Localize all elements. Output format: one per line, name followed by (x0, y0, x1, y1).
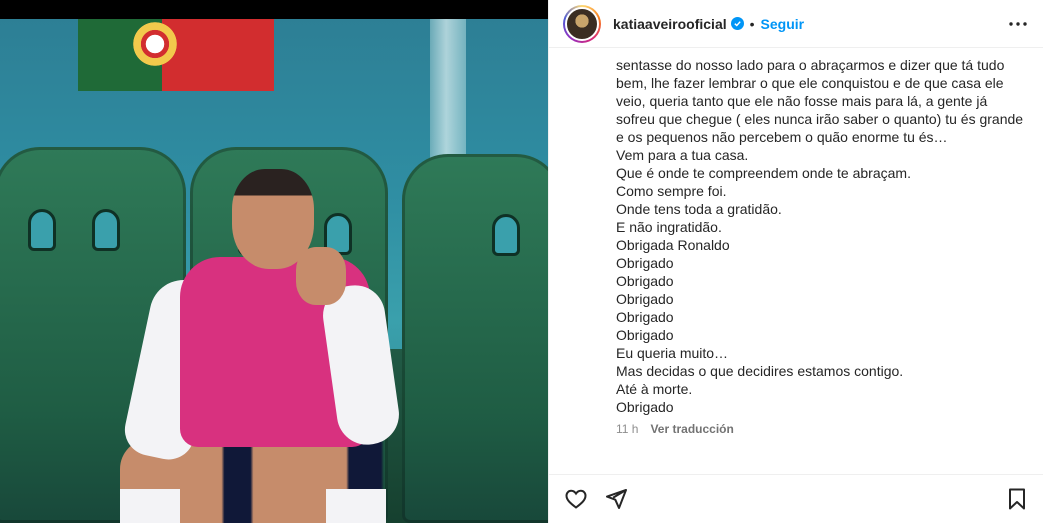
caption-line: Até à morte. (616, 381, 693, 397)
action-bar (549, 474, 1043, 523)
post-media[interactable] (0, 0, 548, 523)
avatar[interactable] (565, 6, 599, 41)
caption-line: E não ingratidão. (616, 219, 722, 235)
caption-line: Onde tens toda a gratidão. (616, 201, 782, 217)
verified-badge-icon (730, 17, 744, 30)
caption-line: Obrigado (616, 273, 674, 289)
player-sock-left (120, 489, 180, 523)
seat-hole (92, 209, 120, 251)
caption-line: Que é onde te compreendem onde te abraça… (616, 165, 911, 181)
caption-line: Como sempre foi. (616, 183, 727, 199)
caption-lines: Vem para a tua casa. Que é onde te compre… (616, 146, 1026, 416)
post-timestamp[interactable]: 11 h (616, 422, 638, 436)
follow-button[interactable]: Seguir (761, 16, 805, 32)
caption-line: Eu queria muito… (616, 345, 729, 361)
flag-emblem (128, 22, 182, 66)
seat-hole (28, 209, 56, 251)
player-sock-right (326, 489, 386, 523)
post-caption: sentasse do nosso lado para o abraçarmos… (616, 38, 1026, 438)
post-details-panel: katiaaveirooficial • Seguir sentasse do … (548, 0, 1043, 523)
bookmark-icon[interactable] (1004, 486, 1030, 512)
paper-plane-icon[interactable] (603, 486, 629, 512)
caption-line: Obrigado (616, 327, 674, 343)
caption-line: Obrigado (616, 255, 674, 271)
caption-line: Obrigado (616, 309, 674, 325)
caption-line: Mas decidas o que decidires estamos cont… (616, 363, 904, 379)
caption-line: Obrigado (616, 399, 674, 415)
caption-meta: 11 h Ver traducción (616, 422, 734, 436)
seat-hole (492, 214, 520, 256)
caption-line: Obrigado (616, 291, 674, 307)
flag-red-band (162, 19, 274, 91)
separator-dot: • (749, 15, 755, 32)
post-photo (0, 19, 548, 523)
caption-line: Vem para a tua casa. (616, 147, 749, 163)
seated-player (120, 169, 420, 523)
username-link[interactable]: katiaaveirooficial (613, 16, 727, 32)
caption-line: Obrigada Ronaldo (616, 237, 730, 253)
caption-paragraph: sentasse do nosso lado para o abraçarmos… (616, 57, 1024, 145)
bench-seat-right (402, 154, 548, 523)
see-translation-link[interactable]: Ver traducción (650, 422, 733, 436)
more-options-icon[interactable] (1006, 12, 1030, 36)
story-ring[interactable] (563, 4, 601, 43)
heart-icon[interactable] (563, 486, 589, 512)
portugal-flag (78, 19, 274, 91)
player-hand (296, 247, 346, 305)
